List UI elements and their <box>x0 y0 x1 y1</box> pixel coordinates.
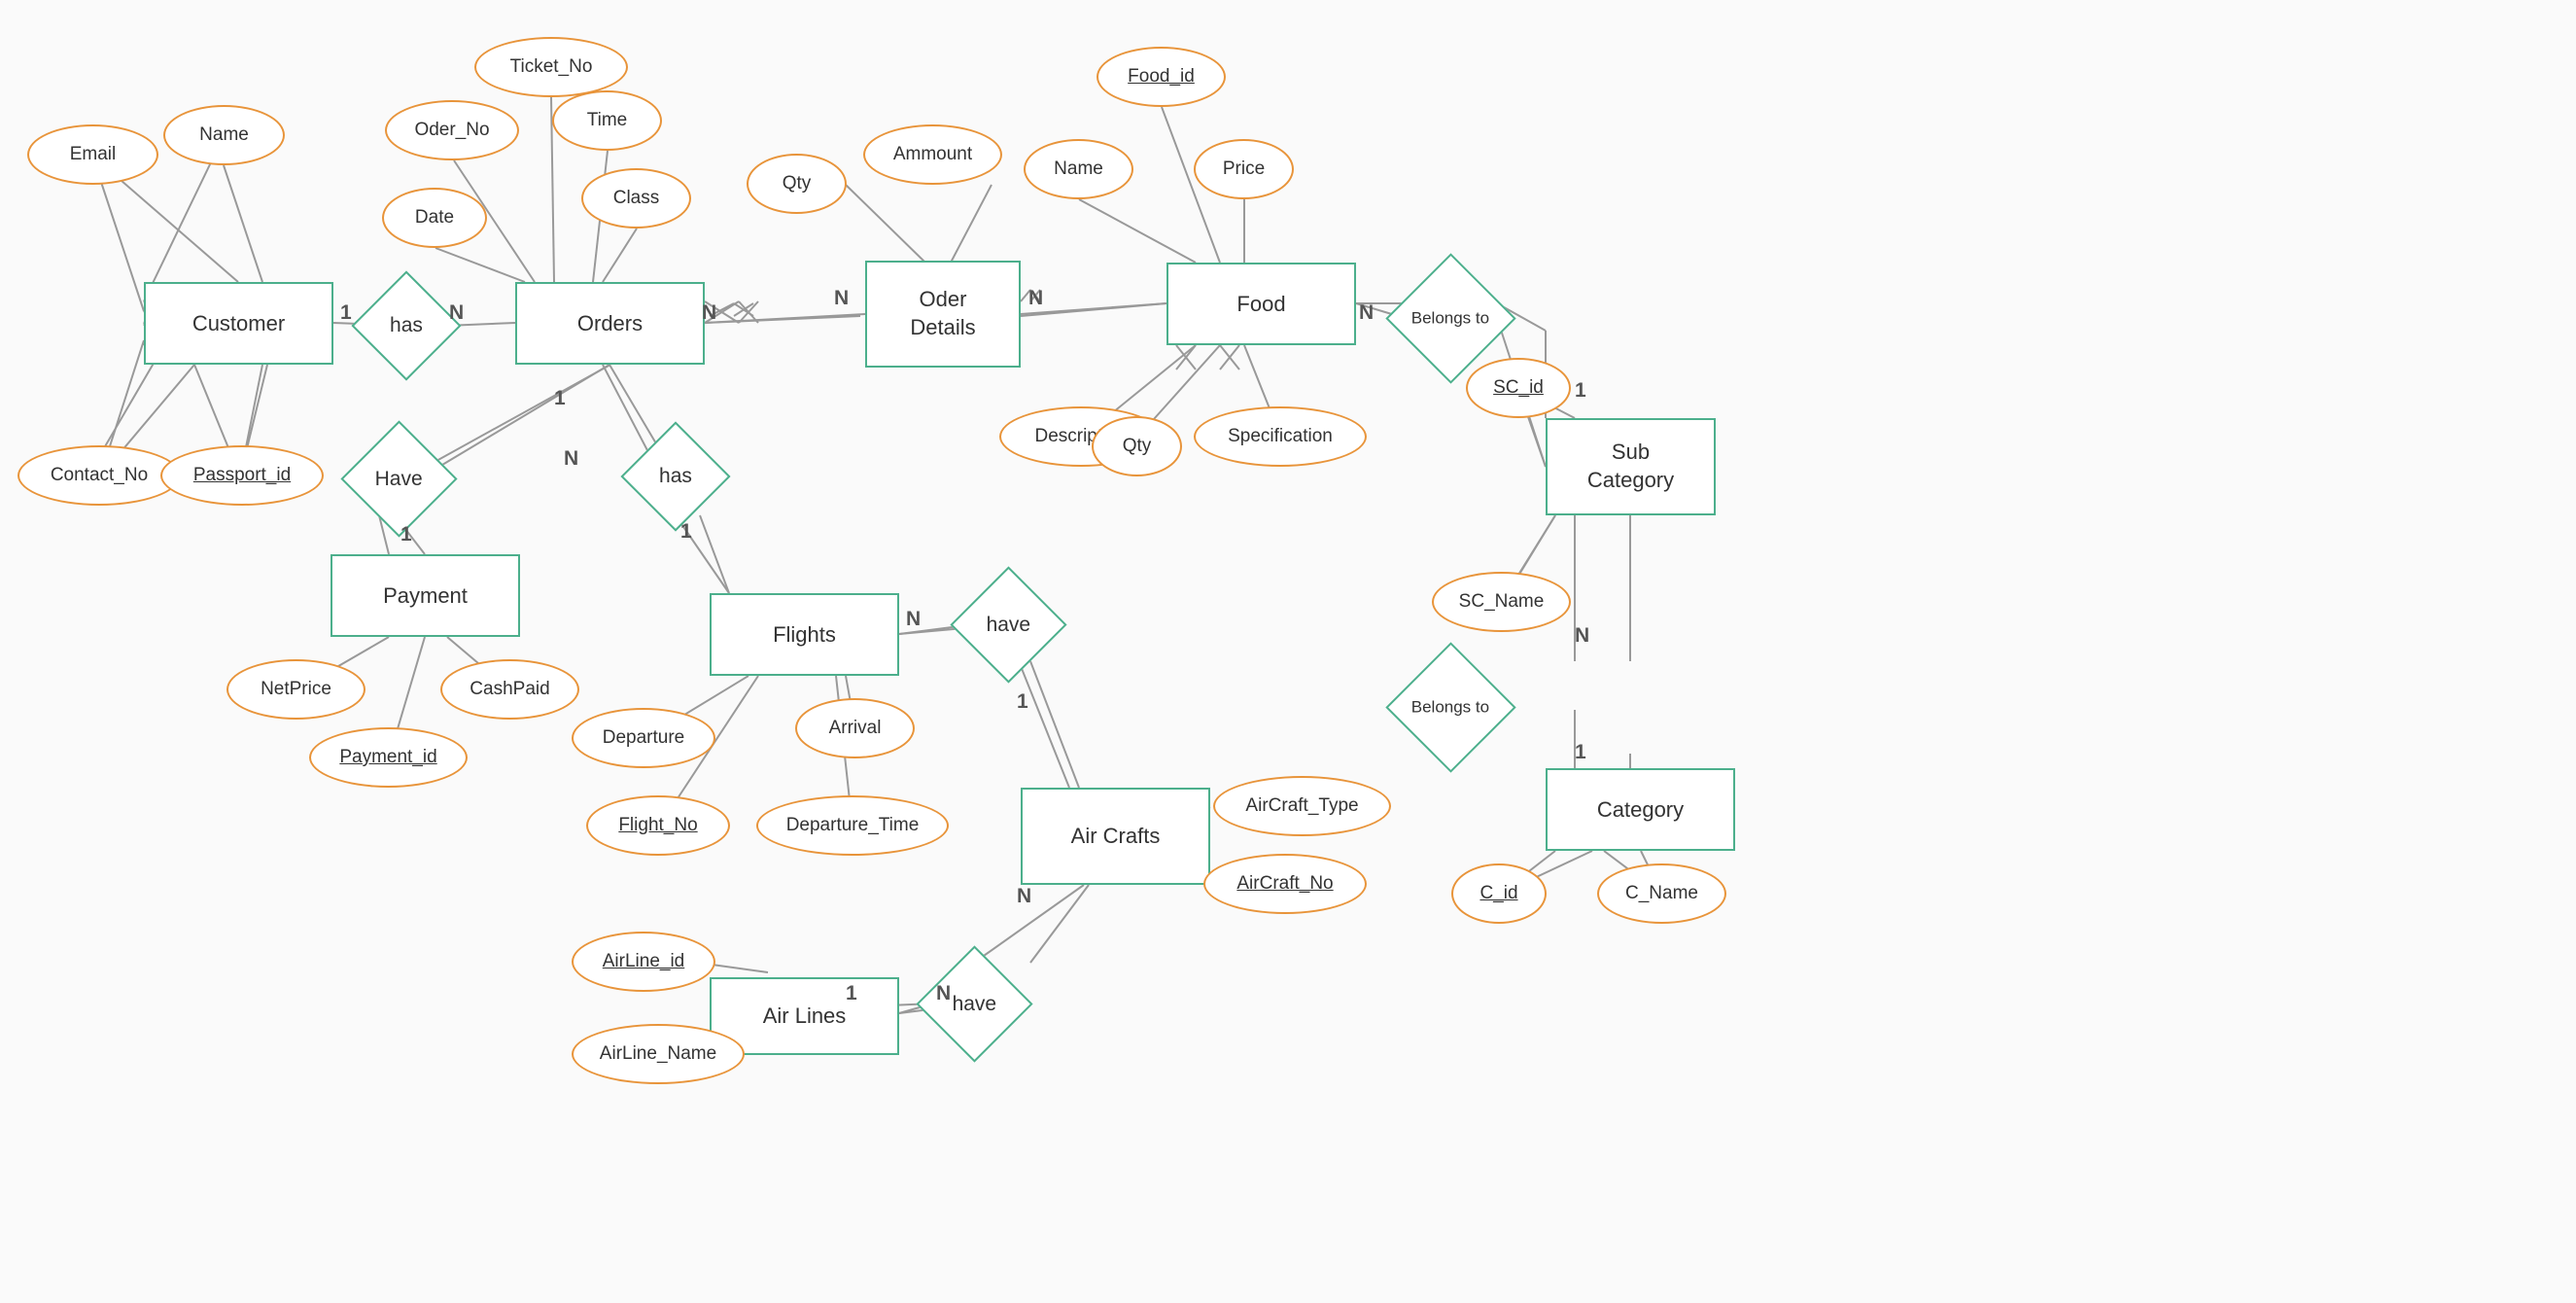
attr-flight-no: Flight_No <box>586 795 730 856</box>
attr-airline-id: AirLine_id <box>572 932 715 992</box>
entity-food: Food <box>1166 263 1356 345</box>
attr-aircraft-no: AirCraft_No <box>1203 854 1367 914</box>
attr-aircraft-type: AirCraft_Type <box>1213 776 1391 836</box>
attr-email: Email <box>27 124 158 185</box>
label-n-airlines-right: N <box>936 982 951 1005</box>
entity-orders: Orders <box>515 282 705 365</box>
rel-have2: have <box>950 566 1066 683</box>
diagram-lines <box>0 0 2576 1303</box>
attr-arrival: Arrival <box>795 698 915 758</box>
attr-oder-no: Oder_No <box>385 100 519 160</box>
label-n-orders-right: N <box>702 301 716 325</box>
attr-price: Price <box>1194 139 1294 199</box>
label-n-has2-orders: N <box>564 447 578 471</box>
attr-name-customer: Name <box>163 105 285 165</box>
attr-netprice: NetPrice <box>226 659 366 720</box>
label-1-flights: 1 <box>680 520 692 544</box>
attr-passport-id: Passport_id <box>160 445 324 506</box>
attr-departure-time: Departure_Time <box>756 795 949 856</box>
entity-customer: Customer <box>144 282 333 365</box>
label-1-subcat-top: 1 <box>1575 379 1586 403</box>
attr-qty-food: Qty <box>1092 416 1182 476</box>
attr-specification: Specification <box>1194 406 1367 467</box>
attr-c-name: C_Name <box>1597 863 1726 924</box>
attr-airline-name: AirLine_Name <box>572 1024 745 1084</box>
attr-class: Class <box>581 168 691 229</box>
attr-sc-id: SC_id <box>1466 358 1571 418</box>
label-1-cust-has: 1 <box>340 301 352 325</box>
label-1-airlines-left: 1 <box>846 982 857 1005</box>
attr-sc-name: SC_Name <box>1432 572 1571 632</box>
attr-departure: Departure <box>572 708 715 768</box>
rel-belongs-to2: Belongs to <box>1385 642 1515 772</box>
label-n-food-right: N <box>1359 301 1374 325</box>
attr-payment-id: Payment_id <box>309 727 468 788</box>
label-1-have-orders: 1 <box>554 387 566 410</box>
attr-c-id: C_id <box>1451 863 1547 924</box>
label-n-has-orders: N <box>449 301 464 325</box>
er-diagram: Customer Orders OderDetails Food Payment… <box>0 0 2576 1303</box>
attr-cashpaid: CashPaid <box>440 659 579 720</box>
attr-food-id: Food_id <box>1097 47 1226 107</box>
label-n-flights-right: N <box>906 608 921 631</box>
entity-air-crafts: Air Crafts <box>1021 788 1210 885</box>
entity-flights: Flights <box>710 593 899 676</box>
attr-name-food: Name <box>1024 139 1133 199</box>
label-1-cat-top: 1 <box>1575 741 1586 764</box>
attr-time: Time <box>552 90 662 151</box>
label-n-aircrafts-down: N <box>1017 885 1031 908</box>
label-1-aircrafts: 1 <box>1017 690 1028 714</box>
label-n-od-left: N <box>834 287 849 310</box>
attr-ticket-no: Ticket_No <box>474 37 628 97</box>
attr-ammount: Ammount <box>863 124 1002 185</box>
rel-has1: has <box>351 270 461 380</box>
label-n-od-right: N <box>1028 287 1043 310</box>
attr-qty-oder: Qty <box>747 154 847 214</box>
entity-category: Category <box>1546 768 1735 851</box>
entity-sub-category: SubCategory <box>1546 418 1716 515</box>
label-n-subcat-bottom: N <box>1575 624 1589 648</box>
rel-have1: Have <box>340 420 457 537</box>
attr-date: Date <box>382 188 487 248</box>
rel-has2: has <box>620 421 730 531</box>
entity-oder-details: OderDetails <box>865 261 1021 368</box>
label-1-have-below: 1 <box>400 523 412 546</box>
attr-contact-no: Contact_No <box>17 445 181 506</box>
entity-payment: Payment <box>331 554 520 637</box>
rel-have3: have <box>916 945 1032 1062</box>
